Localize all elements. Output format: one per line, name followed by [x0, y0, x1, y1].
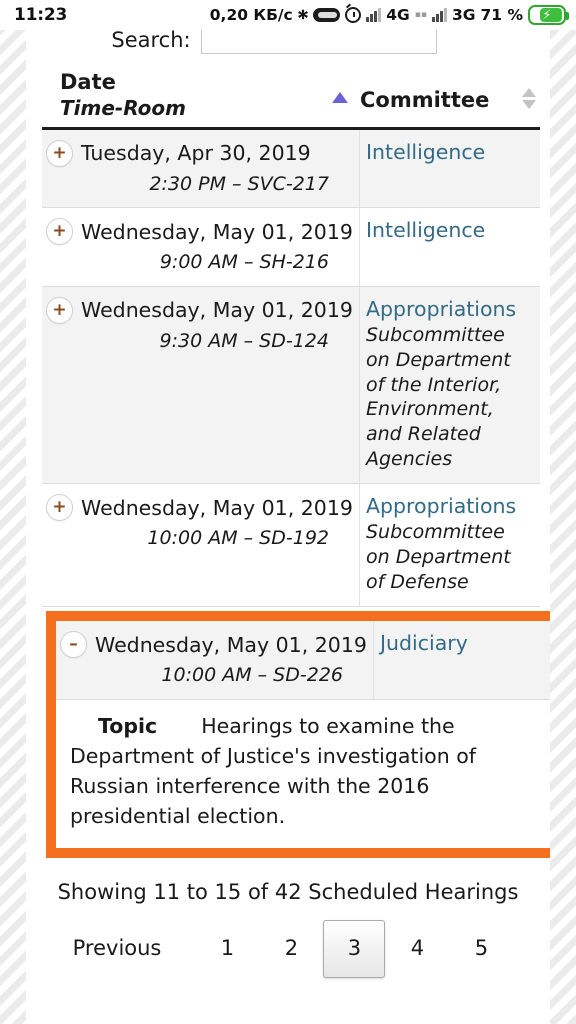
sort-ascending-icon	[332, 92, 348, 103]
committee-link[interactable]: Intelligence	[366, 218, 532, 243]
table-row[interactable]: + Wednesday, May 01, 2019 9:30 AM – SD-1…	[42, 287, 540, 485]
pagination-page-4[interactable]: 4	[385, 930, 449, 967]
table-row[interactable]: + Wednesday, May 01, 2019 9:00 AM – SH-2…	[42, 208, 540, 288]
sim-indicator-icon: ▪▪	[414, 10, 427, 20]
expand-row-button[interactable]: +	[46, 218, 73, 246]
pagination-page-3[interactable]: 3	[323, 919, 386, 978]
results-info-label: Showing 11 to 15 of 42 Scheduled Hearing…	[57, 879, 519, 904]
table-row[interactable]: + Wednesday, May 01, 2019 10:00 AM – SD-…	[42, 484, 540, 608]
pagination: Previous 1 2 3 4 5	[26, 904, 550, 978]
network-type-label-2: 3G	[451, 6, 476, 24]
search-row: Search:	[26, 30, 550, 56]
column-header-timeroom-label: Time-Room	[60, 95, 186, 120]
table-row[interactable]: + Tuesday, Apr 30, 2019 2:30 PM – SVC-21…	[42, 129, 540, 209]
sort-both-icon	[522, 88, 536, 109]
expand-row-button[interactable]: +	[46, 494, 73, 522]
page-background: Search: Date Time-Room Committee + Tuesd…	[0, 30, 576, 1024]
battery-charging-icon: ⚡	[528, 5, 569, 25]
column-header-date[interactable]: Date Time-Room	[42, 70, 360, 121]
topic-detail-panel: Topic Hearings to examine the Department …	[56, 700, 550, 848]
topic-text-wrapper: Topic Hearings to examine the Department …	[70, 712, 540, 832]
pagination-previous-button[interactable]: Previous	[63, 930, 172, 967]
status-bar-clock: 11:23	[14, 5, 68, 25]
hearing-date: Wednesday, May 01, 2019	[95, 632, 367, 657]
collapse-row-button[interactable]: –	[60, 631, 87, 659]
committee-link[interactable]: Appropriations	[366, 494, 532, 519]
cell-date: + Wednesday, May 01, 2019 10:00 AM – SD-…	[42, 484, 360, 607]
hearing-time-room: 9:00 AM – SH-216	[159, 251, 329, 274]
cell-date: + Wednesday, May 01, 2019 9:00 AM – SH-2…	[42, 208, 360, 287]
cell-date: – Wednesday, May 01, 2019 10:00 AM – SD-…	[56, 621, 374, 700]
hearing-date: Wednesday, May 01, 2019	[81, 219, 353, 244]
search-input[interactable]	[200, 30, 437, 54]
alarm-clock-icon	[345, 7, 362, 23]
cell-date: + Tuesday, Apr 30, 2019 2:30 PM – SVC-21…	[42, 129, 360, 208]
committee-link[interactable]: Judiciary	[380, 631, 546, 656]
column-header-committee[interactable]: Committee	[332, 70, 540, 112]
hearing-time-room: 10:00 AM – SD-226	[161, 664, 343, 687]
hearing-date: Wednesday, May 01, 2019	[81, 298, 353, 323]
signal-bars-icon-2	[431, 8, 447, 22]
signal-bars-icon-1	[366, 8, 382, 22]
cell-committee: Intelligence	[360, 208, 540, 286]
search-label: Search:	[111, 30, 191, 52]
hearings-table: Date Time-Room Committee + Tuesday, Apr …	[42, 62, 550, 858]
expand-row-button[interactable]: +	[46, 139, 73, 167]
highlighted-row-container: – Wednesday, May 01, 2019 10:00 AM – SD-…	[46, 611, 550, 858]
cell-date: + Wednesday, May 01, 2019 9:30 AM – SD-1…	[42, 287, 360, 484]
subcommittee-label: Subcommittee on Department of Defense	[366, 521, 511, 593]
hearing-date: Tuesday, Apr 30, 2019	[81, 140, 311, 165]
table-row[interactable]: – Wednesday, May 01, 2019 10:00 AM – SD-…	[56, 621, 550, 701]
network-type-label-1: 4G	[386, 6, 410, 24]
capsule-icon	[313, 8, 341, 22]
status-bar: 11:23 0,20 КБ/с 🞶 4G ▪▪ 3G 71 % ⚡	[0, 0, 576, 30]
bluetooth-icon: 🞶	[297, 5, 309, 24]
cell-committee: Intelligence	[360, 130, 540, 208]
hearing-time-room: 10:00 AM – SD-192	[147, 527, 329, 550]
committee-link[interactable]: Appropriations	[366, 297, 532, 322]
column-header-date-label: Date	[60, 70, 116, 94]
cell-committee: Judiciary	[374, 621, 550, 699]
data-rate-label: 0,20 КБ/с	[209, 6, 293, 24]
table-header-row: Date Time-Room Committee	[42, 62, 540, 130]
cell-committee: Appropriations Subcommittee on Departmen…	[360, 287, 540, 483]
page-content: Search: Date Time-Room Committee + Tuesd…	[26, 30, 550, 1024]
hearing-time-room: 2:30 PM – SVC-217	[149, 172, 329, 195]
pagination-page-1[interactable]: 1	[195, 930, 259, 967]
battery-percent-label: 71 %	[480, 6, 524, 24]
hearing-date: Wednesday, May 01, 2019	[81, 495, 353, 520]
committee-link[interactable]: Intelligence	[366, 140, 532, 165]
expand-row-button[interactable]: +	[46, 297, 73, 325]
subcommittee-label: Subcommittee on Department of the Interi…	[366, 324, 511, 470]
pagination-page-2[interactable]: 2	[259, 930, 323, 967]
topic-label: Topic	[98, 714, 158, 739]
expanded-row: – Wednesday, May 01, 2019 10:00 AM – SD-…	[56, 621, 550, 848]
column-header-committee-label: Committee	[360, 88, 490, 112]
hearing-time-room: 9:30 AM – SD-124	[159, 330, 330, 353]
pagination-page-5[interactable]: 5	[449, 930, 513, 967]
status-bar-indicators: 0,20 КБ/с 🞶 4G ▪▪ 3G 71 % ⚡	[209, 5, 569, 25]
cell-committee: Appropriations Subcommittee on Departmen…	[360, 484, 540, 606]
